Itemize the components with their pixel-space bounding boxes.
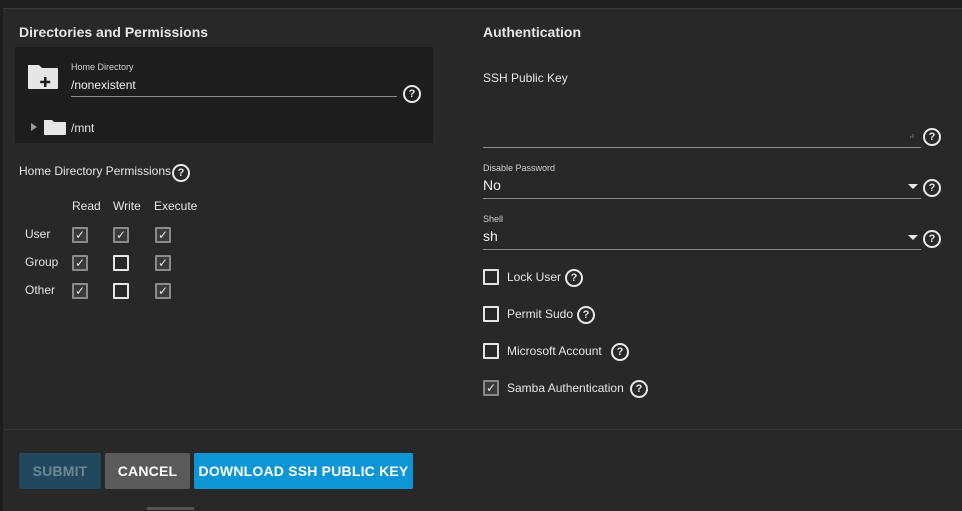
user-execute-checkbox[interactable]: ✓: [155, 227, 171, 243]
permit-sudo-label: Permit Sudo: [507, 307, 574, 321]
disable-password-dropdown-icon[interactable]: [908, 184, 918, 189]
permissions-help-icon[interactable]: ?: [172, 163, 190, 182]
user-read-checkbox[interactable]: ✓: [72, 227, 88, 243]
lock-user-checkbox[interactable]: [483, 269, 499, 285]
cancel-button[interactable]: CANCEL: [105, 453, 190, 489]
other-write-checkbox[interactable]: [113, 283, 129, 299]
other-read-checkbox[interactable]: ✓: [72, 283, 88, 299]
user-write-checkbox[interactable]: ✓: [113, 227, 129, 243]
add-folder-icon[interactable]: [27, 62, 59, 90]
expand-triangle-icon[interactable]: [31, 123, 37, 131]
home-directory-underline: [71, 96, 397, 97]
ssh-key-help-icon[interactable]: ?: [923, 127, 941, 146]
microsoft-account-label: Microsoft Account: [507, 344, 602, 358]
home-directory-explorer: Home Directory /nonexistent ? /mnt: [15, 47, 433, 143]
disable-password-label: Disable Password: [483, 163, 556, 173]
tree-item-mnt[interactable]: /mnt: [71, 121, 94, 135]
shell-help-icon[interactable]: ?: [923, 229, 941, 248]
row-label-user: User: [25, 227, 51, 241]
microsoft-account-checkbox[interactable]: [483, 343, 499, 359]
samba-authentication-help-icon[interactable]: ?: [630, 379, 648, 398]
ssh-public-key-label: SSH Public Key: [483, 71, 568, 85]
group-write-checkbox[interactable]: [113, 255, 129, 271]
permit-sudo-help-icon[interactable]: ?: [577, 305, 595, 324]
lock-user-help-icon[interactable]: ?: [565, 268, 583, 287]
shell-label: Shell: [483, 214, 504, 224]
group-read-checkbox[interactable]: ✓: [72, 255, 88, 271]
column-execute: Execute: [154, 199, 198, 213]
directories-permissions-title: Directories and Permissions: [19, 24, 209, 40]
shell-dropdown-icon[interactable]: [908, 235, 918, 240]
download-ssh-public-key-button[interactable]: DOWNLOAD SSH PUBLIC KEY: [194, 453, 413, 489]
disable-password-select[interactable]: No: [483, 177, 501, 193]
samba-authentication-label: Samba Authentication: [507, 381, 624, 395]
resize-handle-icon[interactable]: ⣠: [909, 130, 915, 138]
home-directory-permissions-label: Home Directory Permissions: [19, 164, 172, 178]
shell-underline: [483, 249, 921, 250]
column-read: Read: [72, 199, 101, 213]
authentication-title: Authentication: [483, 24, 581, 40]
samba-authentication-checkbox[interactable]: ✓: [483, 380, 499, 396]
home-directory-help-icon[interactable]: ?: [403, 84, 421, 103]
folder-icon: [44, 119, 66, 140]
lock-user-label: Lock User: [507, 270, 562, 284]
shell-select[interactable]: sh: [483, 228, 498, 244]
other-execute-checkbox[interactable]: ✓: [155, 283, 171, 299]
home-directory-input[interactable]: /nonexistent: [71, 78, 136, 92]
row-label-other: Other: [25, 283, 56, 297]
disable-password-help-icon[interactable]: ?: [923, 178, 941, 197]
group-execute-checkbox[interactable]: ✓: [155, 255, 171, 271]
microsoft-account-help-icon[interactable]: ?: [611, 342, 629, 361]
ssh-public-key-textarea[interactable]: [483, 92, 921, 147]
submit-button[interactable]: SUBMIT: [19, 453, 101, 489]
home-directory-label: Home Directory: [71, 62, 134, 72]
footer-divider: [3, 429, 962, 430]
permit-sudo-checkbox[interactable]: [483, 306, 499, 322]
row-label-group: Group: [25, 255, 59, 269]
ssh-key-underline: [483, 147, 921, 148]
disable-password-underline: [483, 198, 921, 199]
column-write: Write: [113, 199, 141, 213]
